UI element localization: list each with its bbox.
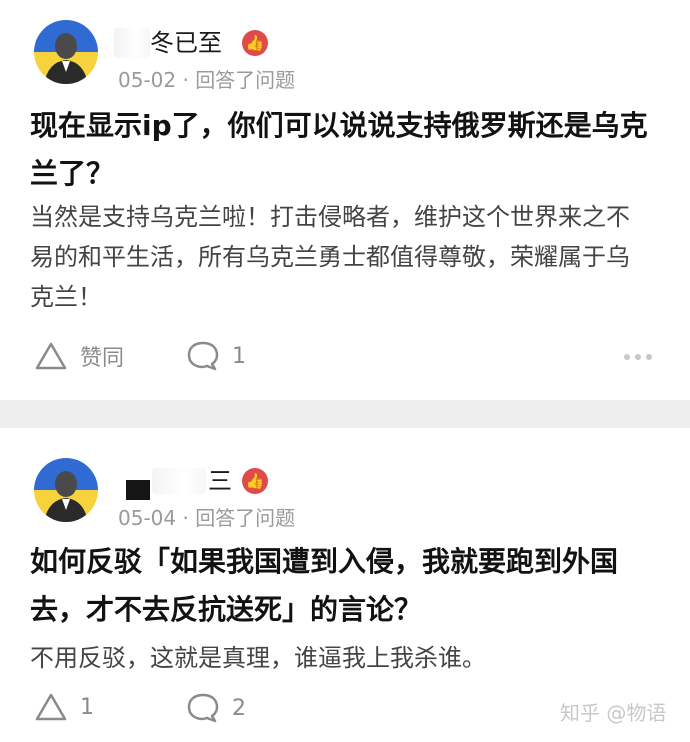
user-avatar[interactable]	[34, 20, 98, 84]
question-title[interactable]: 如何反驳「如果我国遭到入侵，我就要跑到外国去，才不去反抗送死」的言论？	[30, 538, 660, 634]
answer-card-1[interactable]: 冬已至 👍 05-02 · 回答了问题 现在显示ip了，你们可以说说支持俄罗斯还…	[0, 0, 690, 400]
vote-count: 1	[80, 694, 94, 720]
triangle-up-icon	[35, 693, 67, 721]
username[interactable]: 冬已至	[150, 28, 222, 58]
username-redaction	[126, 480, 150, 500]
answer-meta: 05-02 · 回答了问题	[118, 68, 296, 92]
vote-button[interactable]: 赞同	[34, 340, 124, 372]
thumb-up-icon: 👍	[242, 468, 268, 494]
answer-card-2[interactable]: 三 👍 05-04 · 回答了问题 如何反驳「如果我国遭到入侵，我就要跑到外国去…	[0, 428, 690, 742]
answer-text[interactable]: 当然是支持乌克兰啦！打击侵略者，维护这个世界来之不易的和平生活，所有乌克兰勇士都…	[30, 197, 630, 317]
username[interactable]: 三	[208, 466, 232, 496]
user-avatar[interactable]	[34, 458, 98, 522]
answer-meta: 05-04 · 回答了问题	[118, 506, 296, 530]
triangle-up-icon	[35, 342, 67, 370]
username-redaction	[114, 28, 150, 58]
watermark: 知乎 @物语	[560, 701, 667, 725]
comment-button[interactable]: 2	[186, 692, 246, 724]
card-divider	[0, 400, 690, 428]
answer-text[interactable]: 不用反驳，这就是真理，谁逼我上我杀谁。	[30, 638, 650, 678]
comment-icon	[187, 341, 219, 371]
comment-count: 2	[232, 695, 246, 721]
thumb-up-icon: 👍	[242, 30, 268, 56]
comment-count: 1	[232, 343, 246, 369]
vote-label: 赞同	[80, 346, 125, 371]
question-title[interactable]: 现在显示ip了，你们可以说说支持俄罗斯还是乌克兰了？	[30, 102, 660, 198]
comment-button[interactable]: 1	[186, 340, 246, 372]
vote-button[interactable]: 1	[34, 692, 94, 722]
username-redaction	[152, 468, 206, 494]
comment-icon	[187, 693, 219, 723]
more-icon[interactable]	[624, 354, 652, 360]
